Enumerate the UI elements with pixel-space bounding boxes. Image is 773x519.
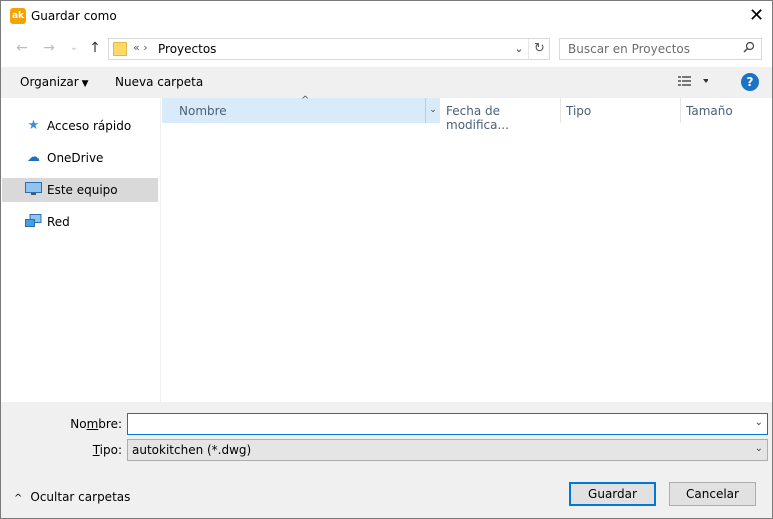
organize-button[interactable]: Organizar ▼ — [20, 75, 89, 89]
up-button[interactable]: ↑ — [85, 38, 105, 58]
filename-label-accesskey: m — [86, 417, 99, 431]
nav-item-label: Red — [47, 215, 70, 229]
filename-input[interactable]: ⌄ — [127, 413, 768, 435]
sort-ascending-icon: ^ — [301, 95, 310, 106]
cancel-button[interactable]: Cancelar — [669, 482, 756, 506]
organize-label: Organizar — [20, 75, 79, 89]
nav-item-label: OneDrive — [47, 151, 104, 165]
app-icon: ak — [10, 8, 26, 24]
column-name-label: Nombre — [179, 104, 227, 118]
forward-button[interactable]: → — [39, 38, 59, 58]
column-type-label: Tipo — [566, 104, 592, 118]
close-icon[interactable]: ✕ — [741, 1, 772, 32]
chevron-down-icon[interactable]: ⌄ — [755, 417, 763, 428]
filetype-select[interactable]: autokitchen (*.dwg) ⌄ — [127, 439, 768, 461]
save-as-dialog: ak Guardar como ✕ ← → ⌄ ↑ « › Proyectos … — [0, 0, 773, 519]
column-header-type[interactable]: Tipo — [560, 98, 680, 123]
chevron-up-icon: ^ — [14, 493, 23, 504]
recent-locations-button[interactable]: ⌄ — [64, 38, 84, 58]
column-header-date[interactable]: Fecha de modifica... — [440, 98, 560, 132]
filetype-value: autokitchen (*.dwg) — [132, 443, 252, 457]
column-dropdown-icon[interactable]: ⌄ — [425, 98, 440, 123]
column-date-label: Fecha de modifica... — [446, 104, 509, 132]
hide-folders-button[interactable]: ^ Ocultar carpetas — [14, 490, 130, 504]
nav-item-quick-access[interactable]: ★ Acceso rápido — [2, 114, 158, 138]
network-icon — [25, 214, 42, 230]
toolbar: Organizar ▼ Nueva carpeta ? — [1, 67, 772, 98]
bottom-pane: Nombre: ⌄ Tipo: autokitchen (*.dwg) ⌄ ^ O… — [1, 402, 772, 518]
nav-item-onedrive[interactable]: ☁ OneDrive — [2, 146, 158, 170]
search-placeholder: Buscar en Proyectos — [568, 42, 691, 56]
filetype-label: Tipo: — [62, 443, 122, 457]
filetype-label-part: ipo: — [99, 443, 122, 457]
filename-label-part: No — [70, 417, 87, 431]
folder-icon — [113, 42, 127, 56]
column-header-size[interactable]: Tamaño — [680, 98, 772, 123]
address-dropdown-icon[interactable]: ⌄ — [511, 39, 527, 59]
nav-item-network[interactable]: Red — [2, 210, 158, 234]
breadcrumb-overflow[interactable]: « › — [133, 41, 148, 54]
navigation-pane: ★ Acceso rápido ☁ OneDrive Este equipo R… — [1, 98, 161, 402]
window-title: Guardar como — [31, 9, 117, 23]
filetype-label-accesskey: T — [92, 443, 100, 457]
details-view-icon[interactable] — [678, 75, 709, 90]
column-size-label: Tamaño — [686, 104, 733, 118]
computer-icon — [25, 182, 42, 198]
nav-item-this-pc[interactable]: Este equipo — [2, 178, 158, 202]
caret-down-icon: ▼ — [81, 79, 89, 89]
search-icon — [743, 41, 755, 56]
nav-item-label: Acceso rápido — [47, 119, 132, 133]
back-button[interactable]: ← — [12, 38, 32, 58]
nav-item-label: Este equipo — [47, 183, 118, 197]
title-bar: ak Guardar como ✕ — [1, 1, 772, 32]
filename-label: Nombre: — [62, 417, 122, 431]
breadcrumb-current[interactable]: Proyectos — [158, 42, 216, 56]
filename-label-part: bre: — [98, 417, 122, 431]
address-bar[interactable]: « › Proyectos ⌄ ↻ — [108, 38, 550, 60]
star-icon: ★ — [27, 118, 40, 133]
help-icon[interactable]: ? — [741, 73, 759, 91]
file-list[interactable]: ^ Nombre ⌄ Fecha de modifica... Tipo Tam… — [162, 95, 772, 402]
column-header-name[interactable]: ^ Nombre ⌄ — [162, 95, 440, 123]
new-folder-button[interactable]: Nueva carpeta — [115, 75, 203, 89]
refresh-icon[interactable]: ↻ — [528, 39, 550, 59]
search-input[interactable]: Buscar en Proyectos — [559, 38, 762, 60]
save-button[interactable]: Guardar — [569, 482, 656, 506]
cloud-icon: ☁ — [27, 150, 40, 165]
chevron-down-icon: ⌄ — [754, 443, 763, 454]
hide-folders-label: Ocultar carpetas — [30, 490, 131, 504]
